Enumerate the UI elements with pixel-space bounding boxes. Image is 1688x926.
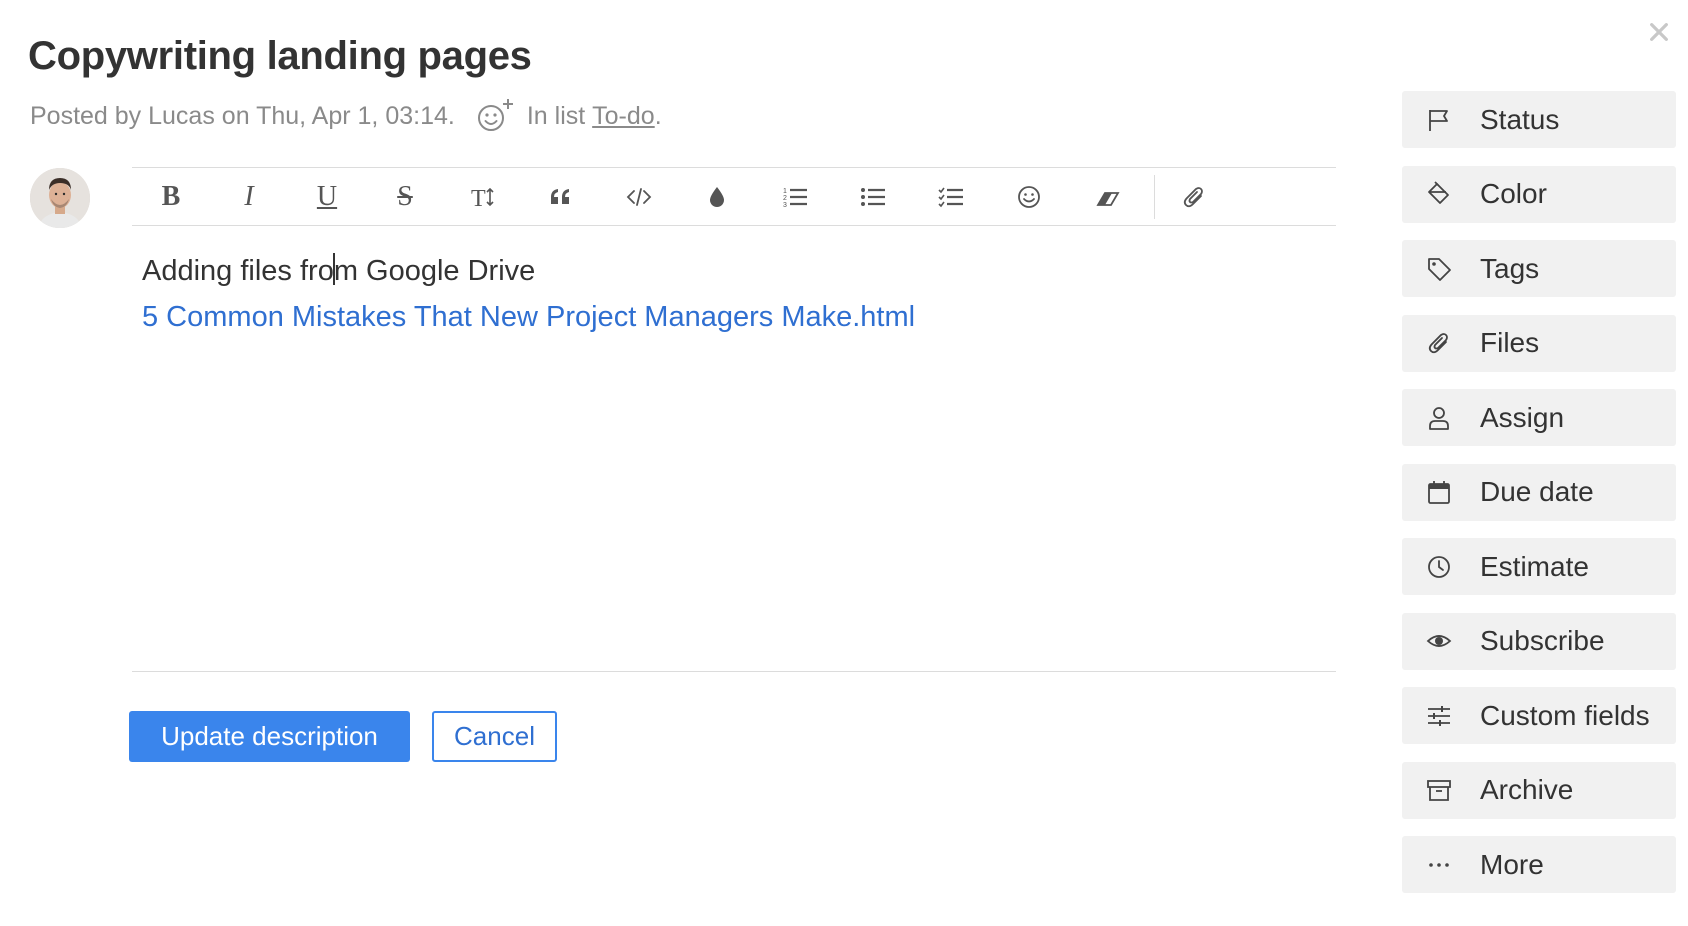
sidebar-item-label: More bbox=[1480, 848, 1544, 880]
bold-button[interactable]: B bbox=[132, 168, 210, 225]
clock-icon bbox=[1426, 554, 1452, 580]
sidebar-item-label: Subscribe bbox=[1480, 625, 1605, 656]
sidebar-item-status[interactable]: Status bbox=[1402, 91, 1676, 148]
paint-bucket-icon bbox=[1426, 181, 1452, 207]
editor-toolbar: B I U S T 1 2 3 bbox=[132, 168, 1336, 226]
close-icon bbox=[1650, 23, 1668, 41]
italic-button[interactable]: I bbox=[210, 168, 288, 225]
add-reaction-button[interactable] bbox=[475, 96, 519, 136]
content-line: Adding files from Google Drive bbox=[142, 248, 1326, 294]
sidebar-item-label: Tags bbox=[1480, 252, 1540, 284]
paperclip-icon bbox=[1183, 186, 1203, 207]
tag-icon bbox=[1426, 256, 1452, 282]
underline-button[interactable]: U bbox=[288, 168, 366, 225]
svg-text:2: 2 bbox=[783, 195, 787, 202]
cancel-button[interactable]: Cancel bbox=[432, 711, 557, 762]
text-size-button[interactable]: T bbox=[444, 168, 522, 225]
flag-icon bbox=[1426, 107, 1452, 133]
content-link-line: 5 Common Mistakes That New Project Manag… bbox=[142, 294, 1326, 340]
sidebar-item-due-date[interactable]: Due date bbox=[1402, 463, 1676, 521]
text-color-button[interactable] bbox=[678, 168, 756, 225]
sidebar-item-label: Assign bbox=[1480, 401, 1565, 433]
list-suffix: . bbox=[654, 101, 662, 130]
sidebar-item-label: Archive bbox=[1480, 774, 1574, 805]
description-editor[interactable]: B I U S T 1 2 3 Adding files from Google… bbox=[132, 167, 1336, 672]
emoji-button[interactable] bbox=[990, 168, 1068, 225]
quote-button[interactable] bbox=[522, 168, 600, 225]
sidebar-item-files[interactable]: Files bbox=[1402, 314, 1676, 372]
posted-by-text: Posted by Lucas on Thu, Apr 1, 03:14. bbox=[30, 101, 455, 130]
sidebar-item-archive[interactable]: Archive bbox=[1402, 761, 1676, 819]
smiley-icon bbox=[1018, 185, 1040, 208]
code-button[interactable] bbox=[600, 168, 678, 225]
sidebar-item-tags[interactable]: Tags bbox=[1402, 240, 1676, 297]
calendar-icon bbox=[1426, 479, 1452, 505]
sidebar-item-color[interactable]: Color bbox=[1402, 165, 1676, 223]
paperclip-icon bbox=[1426, 330, 1452, 356]
list-link[interactable]: To-do bbox=[592, 102, 655, 131]
svg-text:3: 3 bbox=[783, 202, 787, 209]
sidebar-item-label: Custom fields bbox=[1480, 699, 1650, 731]
checklist-button[interactable] bbox=[912, 168, 990, 225]
text-size-icon: T bbox=[471, 186, 494, 210]
more-icon bbox=[1426, 852, 1452, 878]
checklist-icon bbox=[938, 187, 963, 207]
code-icon bbox=[626, 187, 652, 206]
numbered-list-button[interactable]: 1 2 3 bbox=[756, 168, 834, 225]
strikethrough-button[interactable]: S bbox=[366, 168, 444, 225]
card-meta: Posted by Lucas on Thu, Apr 1, 03:14. In… bbox=[30, 96, 662, 136]
svg-text:1: 1 bbox=[783, 188, 787, 195]
quote-icon bbox=[551, 188, 569, 204]
content-text-after-caret: m Google Drive bbox=[333, 255, 536, 287]
card-title: Copywriting landing pages bbox=[28, 34, 532, 78]
underline-icon: U bbox=[316, 180, 338, 212]
bullet-list-icon bbox=[861, 187, 885, 206]
user-icon bbox=[1426, 405, 1452, 431]
sidebar-item-label: Due date bbox=[1480, 476, 1594, 507]
sidebar-item-estimate[interactable]: Estimate bbox=[1402, 538, 1676, 595]
avatar bbox=[30, 168, 90, 228]
sidebar-item-assign[interactable]: Assign bbox=[1402, 389, 1676, 446]
attach-button[interactable] bbox=[1155, 168, 1233, 225]
bold-icon: B bbox=[161, 180, 181, 212]
sliders-icon bbox=[1426, 703, 1452, 729]
sidebar-item-label: Estimate bbox=[1480, 550, 1589, 582]
sidebar-item-label: Status bbox=[1480, 103, 1560, 135]
strikethrough-icon: S bbox=[397, 180, 413, 212]
svg-text:T: T bbox=[471, 186, 486, 210]
clear-format-button[interactable] bbox=[1068, 168, 1146, 225]
sidebar-item-label: Files bbox=[1480, 327, 1540, 358]
sidebar-item-custom-fields[interactable]: Custom fields bbox=[1402, 687, 1676, 744]
add-reaction-icon bbox=[477, 99, 513, 131]
card-sidebar: Status Color Tags Files Assign Due date bbox=[1402, 91, 1676, 911]
droplet-icon bbox=[710, 186, 724, 207]
sidebar-item-subscribe[interactable]: Subscribe bbox=[1402, 612, 1676, 670]
sidebar-item-more[interactable]: More bbox=[1402, 836, 1676, 893]
sidebar-item-label: Color bbox=[1480, 178, 1547, 209]
numbered-list-icon: 1 2 3 bbox=[783, 188, 807, 209]
bullet-list-button[interactable] bbox=[834, 168, 912, 225]
file-link[interactable]: 5 Common Mistakes That New Project Manag… bbox=[142, 301, 915, 333]
italic-icon: I bbox=[244, 180, 254, 212]
close-button[interactable] bbox=[1643, 16, 1675, 48]
eraser-icon bbox=[1096, 191, 1120, 206]
eye-icon bbox=[1426, 628, 1452, 654]
list-prefix: In list bbox=[526, 101, 586, 130]
update-description-button[interactable]: Update description bbox=[129, 711, 410, 762]
archive-icon bbox=[1426, 777, 1452, 803]
editor-content[interactable]: Adding files from Google Drive 5 Common … bbox=[132, 226, 1336, 362]
content-text-before-caret: Adding files fro bbox=[142, 255, 334, 287]
